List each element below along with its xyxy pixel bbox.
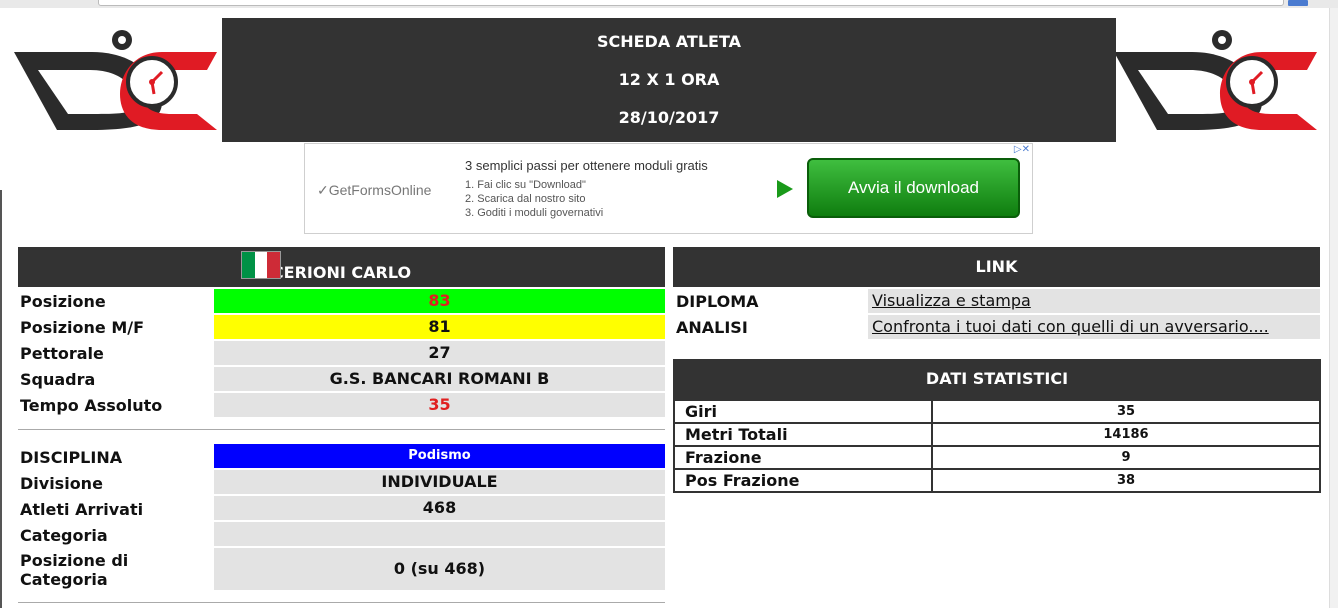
athlete-panel-header: CERIONI CARLO xyxy=(18,247,665,287)
athlete-row-value: G.S. BANCARI ROMANI B xyxy=(214,367,665,391)
link-analisi[interactable]: Confronta i tuoi dati con quelli di un a… xyxy=(868,315,1320,339)
ad-step: 1. Fai clic su "Download" xyxy=(465,179,586,191)
athlete-row-value: 0 (su 468) xyxy=(214,548,665,590)
ad-steps: 1. Fai clic su "Download" 2. Scarica dal… xyxy=(465,178,603,220)
advertisement[interactable]: ✓GetFormsOnline 3 semplici passi per ott… xyxy=(304,143,1033,234)
athlete-row-label: Posizione xyxy=(20,292,106,311)
athlete-row-value: 27 xyxy=(214,341,665,365)
stat-value: 9 xyxy=(931,445,1321,470)
toolbar-button[interactable] xyxy=(1288,0,1308,6)
athlete-row-label: Divisione xyxy=(20,474,103,493)
table-row: Giri 35 xyxy=(673,399,1321,424)
ad-step: 3. Goditi i moduli governativi xyxy=(465,207,604,219)
page-scrollbar[interactable] xyxy=(1329,8,1338,608)
discipline-value: Podismo xyxy=(214,444,665,468)
adchoices-icon[interactable]: ▷✕ xyxy=(1002,144,1030,156)
ad-step: 2. Scarica dal nostro sito xyxy=(465,193,586,205)
header-event: 12 X 1 ORA xyxy=(618,70,720,89)
italy-flag-icon xyxy=(241,251,281,279)
ad-download-button[interactable]: Avvia il download xyxy=(807,158,1020,218)
table-row: Pos Frazione 38 xyxy=(673,468,1321,493)
divider xyxy=(18,602,665,603)
stat-value: 35 xyxy=(931,399,1321,424)
athlete-row-label: Squadra xyxy=(20,370,96,389)
athlete-row-label: Tempo Assoluto xyxy=(20,396,163,415)
divider xyxy=(18,429,665,430)
stat-value: 14186 xyxy=(931,422,1321,447)
athlete-row-label: Atleti Arrivati xyxy=(20,500,144,519)
links-panel-header: LINK xyxy=(673,247,1320,287)
link-label-diploma: DIPLOMA xyxy=(676,292,759,311)
header-date: 28/10/2017 xyxy=(618,108,720,127)
table-row: Frazione 9 xyxy=(673,445,1321,470)
play-icon xyxy=(777,180,793,198)
athlete-name: CERIONI CARLO xyxy=(271,263,412,282)
address-bar[interactable] xyxy=(98,0,1284,6)
dc-logo-left xyxy=(14,30,217,130)
athlete-row-value: 468 xyxy=(214,496,665,520)
athlete-row-value: 81 xyxy=(214,315,665,339)
ad-brand: ✓GetFormsOnline xyxy=(317,182,432,198)
athlete-row-value xyxy=(214,522,665,546)
header-title: SCHEDA ATLETA xyxy=(596,32,742,51)
stats-panel-header: DATI STATISTICI xyxy=(673,359,1321,399)
stats-table: Giri 35 Metri Totali 14186 Frazione 9 Pos F… xyxy=(673,399,1321,493)
window-edge xyxy=(0,190,2,608)
stat-label: Metri Totali xyxy=(673,422,933,447)
athlete-row-label: Pettorale xyxy=(20,344,104,363)
discipline-label: DISCIPLINA xyxy=(20,448,123,467)
stat-value: 38 xyxy=(931,468,1321,493)
table-row: Metri Totali 14186 xyxy=(673,422,1321,447)
stat-label: Giri xyxy=(673,399,933,424)
link-label-analisi: ANALISI xyxy=(676,318,748,337)
stat-label: Frazione xyxy=(673,445,933,470)
athlete-row-value: 83 xyxy=(214,289,665,313)
ad-title: 3 semplici passi per ottenere moduli gra… xyxy=(465,158,708,173)
stat-label: Pos Frazione xyxy=(673,468,933,493)
dc-logo-right xyxy=(1114,30,1317,130)
athlete-row-label: Posizione di Categoria xyxy=(20,551,129,589)
link-diploma[interactable]: Visualizza e stampa xyxy=(868,289,1320,313)
athlete-row-label: Categoria xyxy=(20,526,108,545)
athlete-row-value: 35 xyxy=(214,393,665,417)
athlete-row-label: Posizione M/F xyxy=(20,318,145,337)
browser-toolbar xyxy=(0,0,1338,8)
page-header: SCHEDA ATLETA 12 X 1 ORA 28/10/2017 xyxy=(222,18,1116,142)
athlete-row-value: INDIVIDUALE xyxy=(214,470,665,494)
